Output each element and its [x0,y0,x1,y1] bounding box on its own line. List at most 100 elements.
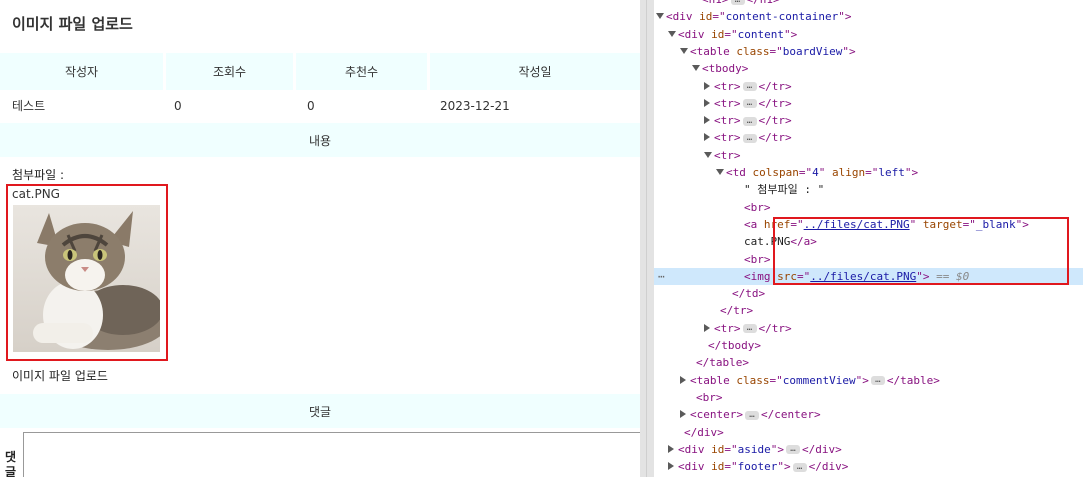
expand-triangle-closed-icon[interactable] [704,81,710,90]
dom-token: <tr> [714,114,741,128]
dom-line[interactable]: </tbody> [654,337,1083,354]
board-header-row: 작성자 조회수 추천수 작성일 [0,53,640,90]
value-date: 2023-12-21 [440,99,510,113]
collapsed-ellipsis-icon[interactable]: … [792,462,807,472]
dom-token: <div [678,27,712,41]
expand-triangle-open-icon[interactable] [680,47,688,54]
dom-line-code: <div id="content"> [678,26,797,43]
dom-line[interactable]: <tr>… </tr> [654,78,1083,95]
expand-triangle-closed-icon[interactable] [668,444,674,453]
value-views: 0 [174,99,182,113]
dom-line[interactable]: <tr>… </tr> [654,112,1083,129]
collapsed-ellipsis-icon[interactable]: … [730,0,745,5]
collapsed-ellipsis-icon[interactable]: … [742,133,757,143]
dom-token: </div> [808,460,849,474]
dom-token: </tr> [758,114,792,128]
dom-line[interactable]: <tr>… </tr> [654,320,1083,337]
expand-triangle-closed-icon[interactable] [704,98,710,107]
dom-line[interactable]: <div id="content-container"> [654,8,1083,25]
expand-triangle-closed-icon[interactable] [704,323,710,332]
dom-line-code: <tr>… </tr> [714,95,792,112]
dom-line[interactable]: <center>… </center> [654,406,1083,423]
dom-line[interactable]: </td> [654,285,1083,302]
dom-line[interactable]: <tr>… </tr> [654,129,1083,146]
collapsed-ellipsis-icon[interactable]: … [742,82,757,91]
dom-token: <center> [690,408,743,422]
expand-triangle-closed-icon[interactable] [668,462,674,471]
dom-line[interactable]: <br> [654,199,1083,216]
dom-token: </tr> [758,321,792,335]
dom-token: content [737,27,784,41]
dom-token: left [878,166,905,179]
header-views: 조회수 [166,53,293,90]
attachment-label: 첨부파일 : [12,168,65,182]
dom-token: =" [769,44,783,58]
dom-token: "> [838,10,852,24]
expand-triangle-closed-icon[interactable] [680,375,686,384]
dom-token: <div [678,460,712,474]
collapsed-ellipsis-icon[interactable]: … [742,99,757,109]
dom-line[interactable]: <br> [654,389,1083,406]
gutter-more-icon[interactable]: ⋯ [658,268,665,285]
expand-triangle-open-icon[interactable] [656,13,664,20]
collapsed-ellipsis-icon[interactable]: … [870,376,885,386]
expand-triangle-open-icon[interactable] [692,65,700,72]
comment-textarea[interactable] [23,432,640,477]
expand-triangle-open-icon[interactable] [704,151,712,158]
dom-line[interactable]: <tr>… </tr> [654,95,1083,112]
dom-line[interactable]: <tbody> [654,60,1083,77]
collapsed-ellipsis-icon[interactable]: … [742,116,757,126]
dom-line[interactable]: <h1>…</h1> [654,0,1083,8]
dom-token: 4 [812,166,819,179]
dom-line[interactable]: </table> [654,354,1083,371]
dom-line-code: <center>… </center> [690,406,821,423]
highlight-box-dom [773,217,1069,285]
dom-token: <tr> [714,148,741,162]
page-title: 이미지 파일 업로드 [12,15,133,33]
expand-triangle-open-icon[interactable] [668,30,676,37]
dom-line-code: <tr>… </tr> [714,320,792,337]
dom-token: </div> [684,425,724,439]
attachment-link[interactable]: cat.PNG [12,187,60,201]
panel-splitter[interactable] [640,0,654,477]
dom-token: <div [678,442,712,456]
dom-line[interactable]: " 첨부파일 : " [654,181,1083,198]
dom-line[interactable]: <tr> [654,147,1083,164]
collapsed-ellipsis-icon[interactable]: … [742,324,757,334]
expand-triangle-closed-icon[interactable] [704,116,710,125]
dom-line[interactable]: </tr> [654,302,1083,319]
dom-line-code: </table> [696,354,749,371]
dom-line[interactable]: <table class="commentView">… </table> [654,372,1083,389]
dom-line[interactable]: <div id="footer">… </div> [654,458,1083,475]
dom-line[interactable]: <div id="aside">… </div> [654,441,1083,458]
dom-token: <br> [744,200,771,214]
dom-token: </tr> [720,304,754,318]
dom-token: <div [666,10,700,24]
dom-line-code: </div> [684,424,724,441]
dom-token: =" [798,166,813,179]
dom-line-code: " 첨부파일 : " [744,181,824,198]
dom-token: align [831,166,866,179]
comment-label: 댓글 [5,450,17,477]
dom-token: =" [865,166,879,179]
dom-line-code: <div id="footer">… </div> [678,458,848,475]
expand-triangle-closed-icon[interactable] [704,133,710,142]
dom-line-code: <tr>… </tr> [714,78,792,95]
dom-token: id [711,27,725,41]
dom-token: =" [712,10,726,24]
dom-line[interactable]: <table class="boardView"> [654,43,1083,60]
dom-token: </div> [802,442,842,456]
dom-line[interactable]: <div id="content"> [654,26,1083,43]
dom-line-code: <tr>… </tr> [714,129,792,146]
dom-token: <br> [696,390,723,404]
dom-token: "> [770,442,784,456]
collapsed-ellipsis-icon[interactable]: … [786,445,800,455]
collapsed-ellipsis-icon[interactable]: … [744,410,759,420]
header-author: 작성자 [0,53,163,90]
dom-token: boardView [782,44,843,58]
expand-triangle-closed-icon[interactable] [680,410,686,419]
dom-line[interactable]: </div> [654,424,1083,441]
expand-triangle-open-icon[interactable] [716,169,724,175]
dom-token: <tr> [714,96,741,110]
dom-line[interactable]: <td colspan="4" align="left"> [654,164,1083,181]
